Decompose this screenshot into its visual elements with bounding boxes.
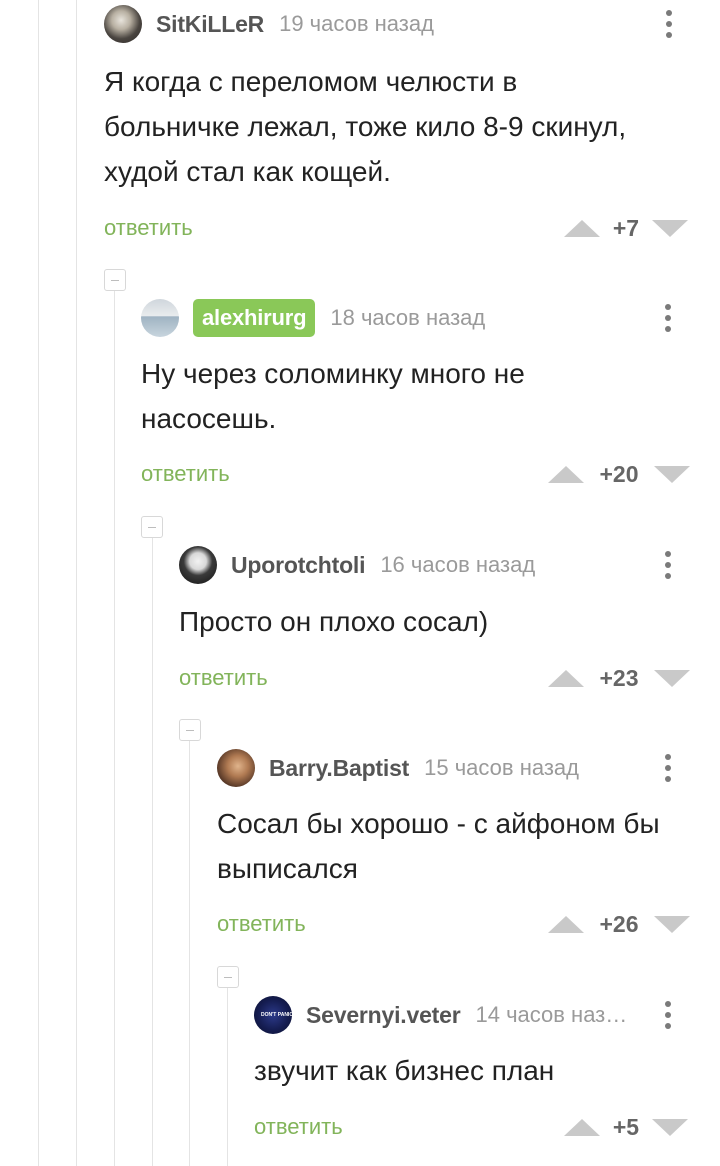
- reply-link[interactable]: ответить: [254, 1114, 343, 1140]
- more-options-icon[interactable]: [653, 549, 683, 581]
- upvote-icon[interactable]: [548, 465, 584, 483]
- rating-score: +20: [599, 460, 639, 487]
- comment: SitKiLLeR 19 часов назад Я когда с перел…: [104, 4, 720, 249]
- reply-link[interactable]: ответить: [179, 665, 268, 691]
- upvote-icon[interactable]: [564, 1118, 600, 1136]
- downvote-icon[interactable]: [654, 915, 690, 933]
- dont-panic-avatar[interactable]: DON'T PANIC: [254, 996, 292, 1034]
- rating-control: +7: [564, 213, 688, 243]
- rating-control: +5: [564, 1112, 688, 1142]
- comment: Uporotchtoli 16 часов назад Просто он пл…: [179, 545, 720, 705]
- reply-link[interactable]: ответить: [104, 215, 193, 241]
- comment-text-line: Ну через соломинку много не: [141, 358, 525, 389]
- downvote-icon[interactable]: [654, 669, 690, 687]
- comment: Barry.Baptist 15 часов назад Сосал бы хо…: [217, 748, 720, 948]
- comment: DON'T PANIC Severnyi.veter 14 часов наз……: [254, 995, 720, 1166]
- comment-header: SitKiLLeR 19 часов назад: [104, 4, 434, 44]
- username[interactable]: alexhirurg: [193, 299, 316, 337]
- comment-time[interactable]: 16 часов назад: [380, 552, 535, 578]
- comment-text: Просто он плохо сосал): [179, 599, 699, 644]
- comment: alexhirurg 18 часов назад Ну через солом…: [141, 298, 720, 498]
- rating-control: +23: [548, 663, 690, 693]
- collapse-thread-button[interactable]: [141, 516, 163, 538]
- comment-text-line: Сосал бы хорошо - с айфоном бы: [217, 808, 660, 839]
- rating-control: +20: [548, 459, 690, 489]
- wolf-avatar[interactable]: [104, 5, 142, 43]
- rating-score: +23: [599, 664, 639, 691]
- comment-footer: ответить +7: [104, 213, 694, 243]
- thread-line: [38, 0, 39, 1166]
- comment-footer: ответить +5: [254, 1112, 694, 1142]
- more-options-icon[interactable]: [654, 8, 684, 40]
- thread-line: [152, 538, 153, 1166]
- comment-text: Ну через соломинку много не насосешь.: [141, 351, 701, 441]
- comment-text: Сосал бы хорошо - с айфоном бы выписался: [217, 801, 707, 891]
- collapse-thread-button[interactable]: [217, 966, 239, 988]
- thread-line: [76, 0, 77, 1166]
- rating-control: +26: [548, 909, 690, 939]
- username[interactable]: Uporotchtoli: [231, 552, 366, 579]
- more-options-icon[interactable]: [653, 302, 683, 334]
- comment-time[interactable]: 18 часов назад: [330, 305, 485, 331]
- surgeon-avatar[interactable]: [141, 299, 179, 337]
- comment-text-line: звучит как бизнес план: [254, 1055, 555, 1086]
- rating-score: +26: [599, 910, 639, 937]
- comment-footer: ответить +20: [141, 459, 695, 489]
- thread-line: [189, 741, 190, 1166]
- man-avatar[interactable]: [217, 749, 255, 787]
- comment-header: alexhirurg 18 часов назад: [141, 298, 485, 338]
- comment-text-line: насосешь.: [141, 403, 277, 434]
- comment-header: Barry.Baptist 15 часов назад: [217, 748, 579, 788]
- comment-time[interactable]: 14 часов наз…: [475, 1002, 627, 1028]
- comment-header: DON'T PANIC Severnyi.veter 14 часов наз…: [254, 995, 639, 1035]
- comment-footer: ответить +26: [217, 909, 695, 939]
- comment-footer: ответить +23: [179, 663, 695, 693]
- comment-text: звучит как бизнес план: [254, 1048, 704, 1093]
- comment-text-line: больничке лежал, тоже кило 8-9 скинул,: [104, 111, 627, 142]
- comment-text-line: Просто он плохо сосал): [179, 606, 489, 637]
- comment-text-line: худой стал как кощей.: [104, 156, 391, 187]
- rating-score: +5: [612, 1113, 640, 1140]
- comment-text-line: Я когда с переломом челюсти в: [104, 66, 518, 97]
- reply-link[interactable]: ответить: [217, 911, 306, 937]
- upvote-icon[interactable]: [548, 915, 584, 933]
- face-avatar[interactable]: [179, 546, 217, 584]
- collapse-thread-button[interactable]: [104, 269, 126, 291]
- comment-text: Я когда с переломом челюсти в больничке …: [104, 59, 704, 194]
- more-options-icon[interactable]: [653, 752, 683, 784]
- reply-link[interactable]: ответить: [141, 461, 230, 487]
- comment-time[interactable]: 19 часов назад: [279, 11, 434, 37]
- username[interactable]: Severnyi.veter: [306, 1002, 461, 1029]
- more-options-icon[interactable]: [653, 999, 683, 1031]
- thread-line: [114, 290, 115, 1166]
- comment-header: Uporotchtoli 16 часов назад: [179, 545, 535, 585]
- upvote-icon[interactable]: [564, 219, 600, 237]
- comment-text-line: выписался: [217, 853, 358, 884]
- username[interactable]: Barry.Baptist: [269, 755, 409, 782]
- collapse-thread-button[interactable]: [179, 719, 201, 741]
- username[interactable]: SitKiLLeR: [156, 11, 264, 38]
- downvote-icon[interactable]: [654, 465, 690, 483]
- thread-line: [227, 988, 228, 1166]
- upvote-icon[interactable]: [548, 669, 584, 687]
- avatar-badge-text: DON'T PANIC: [261, 1012, 292, 1018]
- downvote-icon[interactable]: [652, 219, 688, 237]
- rating-score: +7: [612, 214, 640, 241]
- comment-time[interactable]: 15 часов назад: [424, 755, 579, 781]
- downvote-icon[interactable]: [652, 1118, 688, 1136]
